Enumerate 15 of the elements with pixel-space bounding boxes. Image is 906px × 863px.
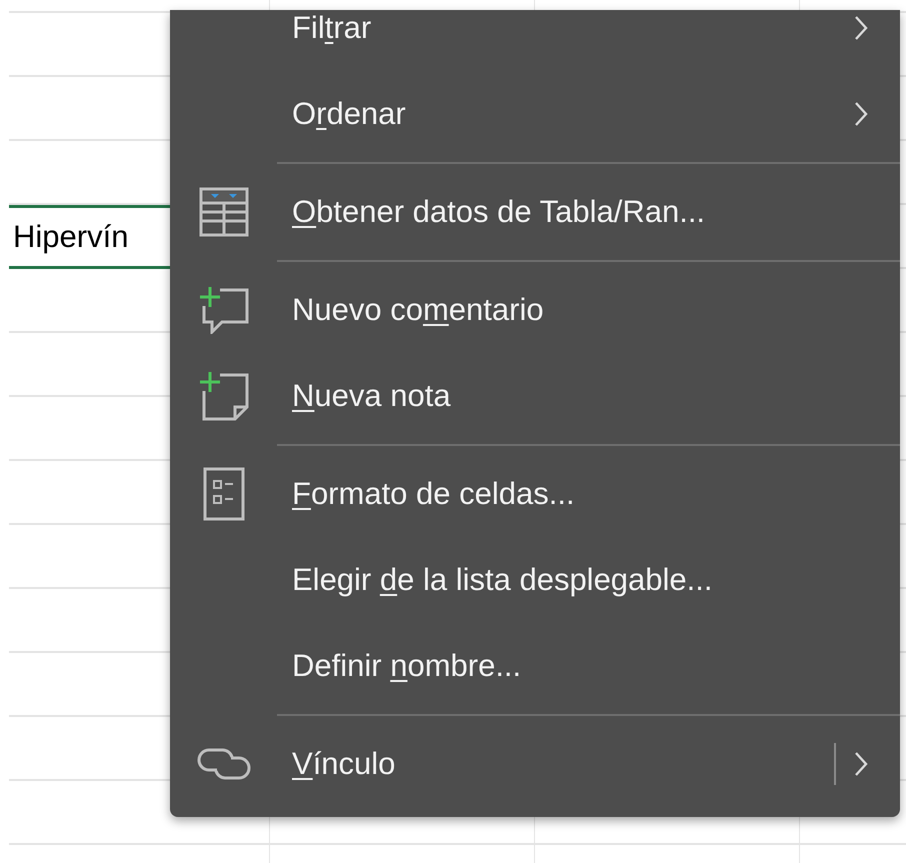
chevron-right-icon [854, 15, 868, 41]
menu-item[interactable]: Nueva nota [170, 353, 900, 439]
menu-item[interactable]: Elegir de la lista desplegable... [170, 537, 900, 623]
comment-plus-icon [198, 286, 250, 334]
menu-item[interactable]: Ordenar [170, 71, 900, 157]
format-cells-icon [202, 467, 244, 521]
table-icon [198, 187, 248, 237]
menu-item[interactable]: Formato de celdas... [170, 451, 900, 537]
menu-item[interactable]: Vínculo [170, 721, 900, 807]
note-plus-icon [198, 371, 250, 421]
menu-item[interactable]: Filtrar [170, 10, 900, 71]
menu-item[interactable]: Nuevo comentario [170, 267, 900, 353]
menu-item[interactable]: Definir nombre... [170, 623, 900, 709]
chevron-right-icon [854, 101, 868, 127]
chevron-right-icon[interactable] [854, 751, 868, 777]
